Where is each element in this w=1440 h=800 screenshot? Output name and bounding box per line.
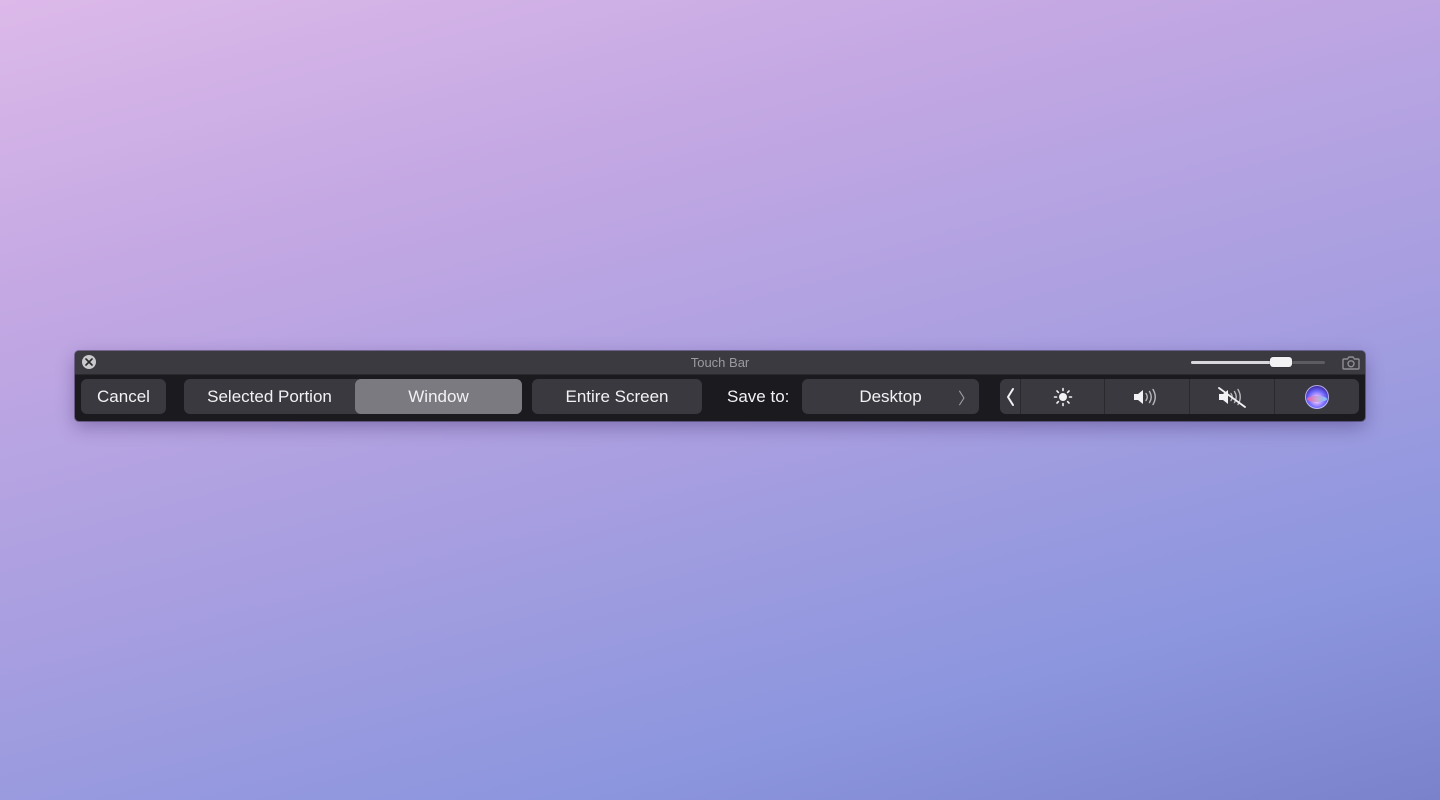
- zoom-slider[interactable]: [1191, 357, 1325, 367]
- brightness-button[interactable]: [1021, 379, 1104, 414]
- chevron-right-icon: 〉: [957, 390, 974, 408]
- save-to-label: Save to:: [727, 386, 790, 406]
- mode-window[interactable]: Window: [355, 379, 522, 414]
- cancel-button[interactable]: Cancel: [81, 379, 166, 414]
- control-strip: [1000, 379, 1359, 414]
- touch-bar: Cancel Selected Portion Window Entire Sc…: [75, 375, 1365, 421]
- capture-mode-selector: Selected Portion Window: [184, 379, 522, 414]
- zoom-slider-fill: [1191, 361, 1281, 364]
- volume-button[interactable]: [1105, 379, 1189, 414]
- mute-icon: [1218, 386, 1246, 408]
- chevron-left-icon: [1007, 387, 1014, 406]
- mode-selected-portion[interactable]: Selected Portion: [184, 379, 355, 414]
- siri-button[interactable]: [1275, 379, 1359, 414]
- mute-button[interactable]: [1190, 379, 1274, 414]
- zoom-slider-knob[interactable]: [1269, 357, 1292, 367]
- touch-bar-window: Touch Bar Cancel Selected Portion Window…: [75, 351, 1365, 421]
- window-title: Touch Bar: [690, 355, 750, 370]
- title-bar: Touch Bar: [75, 351, 1365, 375]
- volume-icon: [1134, 388, 1156, 405]
- brightness-icon: [1053, 387, 1072, 406]
- camera-icon[interactable]: [1342, 355, 1360, 370]
- expand-control-strip-button[interactable]: [1000, 379, 1020, 414]
- siri-icon: [1305, 384, 1329, 409]
- save-location-value: Desktop: [859, 386, 922, 406]
- mode-entire-screen[interactable]: Entire Screen: [532, 379, 702, 414]
- save-location-button[interactable]: Desktop 〉: [802, 379, 979, 414]
